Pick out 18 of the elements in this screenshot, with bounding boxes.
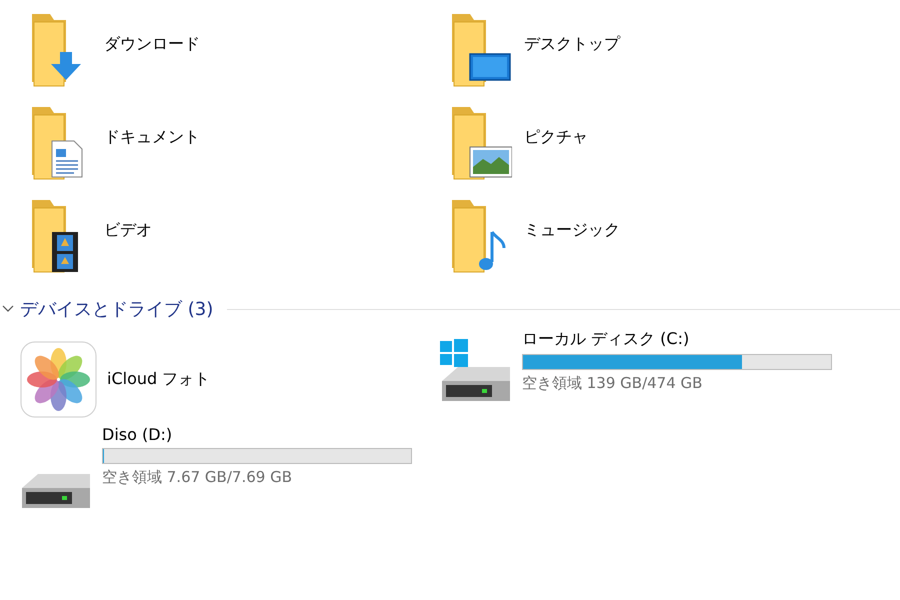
folder-name[interactable]: ビデオ [104,220,152,241]
drive-name[interactable]: ローカル ディスク (C:) [522,329,832,350]
free-space-text: 空き領域 139 GB/474 GB [522,374,704,393]
folder-name[interactable]: ピクチャ [524,127,588,148]
desktop-folder-icon [450,12,512,88]
folder-name[interactable]: ダウンロード [104,34,200,55]
chevron-icon [2,305,14,313]
photos-app-icon [20,340,97,418]
folder-name[interactable]: ミュージック [524,220,620,241]
windows-drive-icon [440,339,512,403]
device-name[interactable]: iCloud フォト [107,368,210,390]
section-header[interactable]: デバイスとドライブ (3) [2,297,214,321]
folder-name[interactable]: ドキュメント [104,127,200,148]
folder-name[interactable]: デスクトップ [524,34,620,55]
free-space-text: 空き領域 7.67 GB/7.69 GB [102,468,293,487]
drive-icon [20,473,92,509]
drive-name[interactable]: Diso (D:) [102,425,412,444]
picture-folder-icon [450,105,512,181]
